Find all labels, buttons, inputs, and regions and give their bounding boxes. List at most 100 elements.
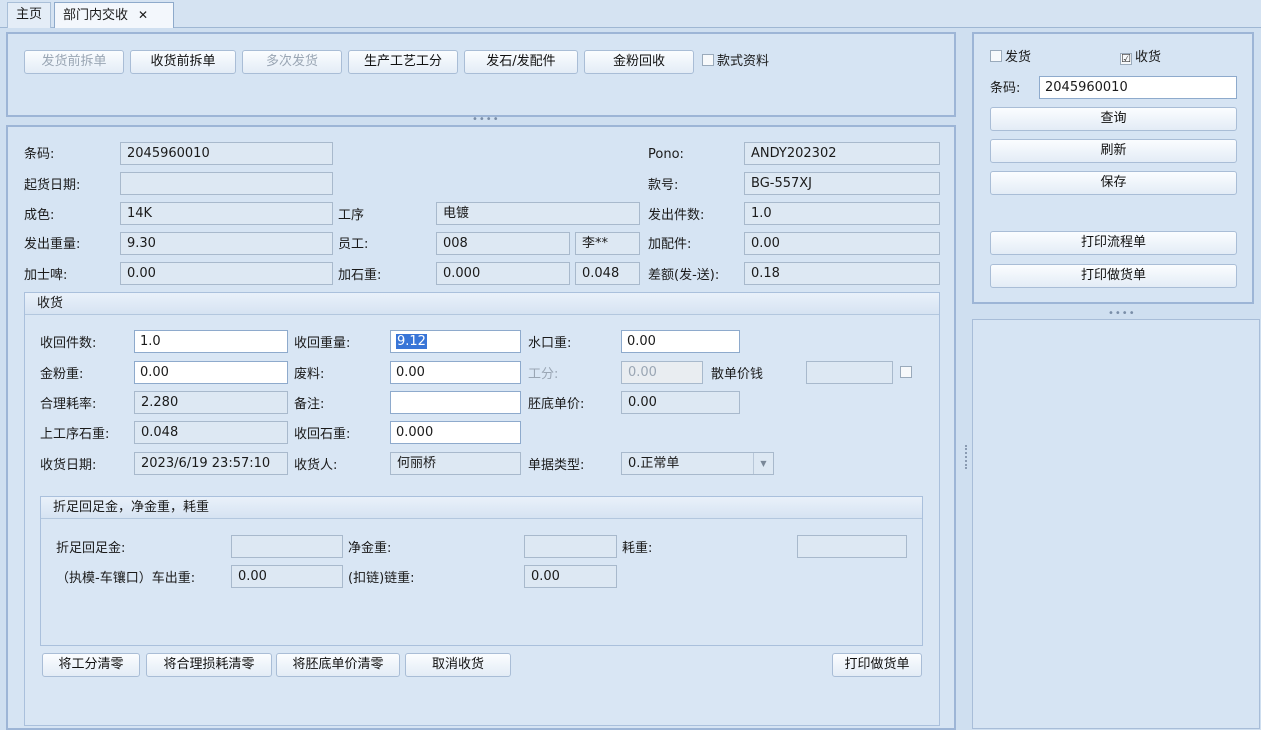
- side-barcode-input[interactable]: 2045960010: [1039, 76, 1237, 99]
- labor-field: 0.00: [621, 361, 703, 384]
- parts-label: 加配件:: [648, 237, 692, 252]
- recv-pcs-label: 收回件数:: [40, 336, 97, 351]
- out-pcs-field: 1.0: [744, 202, 940, 225]
- tab-dept-exchange-label: 部门内交收: [63, 8, 129, 23]
- piece-price-field: [806, 361, 893, 384]
- gold-powder-label: 金粉重:: [40, 367, 84, 382]
- recv-checkbox[interactable]: ☑ 收货: [1120, 49, 1161, 67]
- piece-price-checkbox[interactable]: [900, 366, 912, 378]
- employee-name-field: 李**: [575, 232, 640, 255]
- net-gold-field: [524, 535, 617, 558]
- piece-price-label: 散单价钱: [711, 367, 764, 382]
- stone-weight-label: 加石重:: [338, 268, 382, 283]
- out-weight-label: 发出重量:: [24, 237, 81, 252]
- before-recv-split-button[interactable]: 收货前拆单: [130, 50, 236, 74]
- recv-date-label: 收货日期:: [40, 458, 97, 473]
- chain-field: 0.00: [524, 565, 617, 588]
- print-doc-button[interactable]: 打印做货单: [832, 653, 922, 677]
- diff-field: 0.18: [744, 262, 940, 285]
- side-print-doc-button[interactable]: 打印做货单: [990, 264, 1237, 288]
- refresh-button[interactable]: 刷新: [990, 139, 1237, 163]
- blank-price-field: 0.00: [621, 391, 740, 414]
- close-icon[interactable]: ✕: [138, 8, 148, 22]
- fine-gold-label: 折足回足金:: [56, 541, 126, 556]
- water-label: 水口重:: [528, 336, 572, 351]
- recv-stone-input[interactable]: 0.000: [390, 421, 521, 444]
- recv-date-field: 2023/6/19 23:57:10: [134, 452, 288, 475]
- query-button[interactable]: 查询: [990, 107, 1237, 131]
- chevron-down-icon[interactable]: ▼: [753, 453, 773, 474]
- ship-check-box[interactable]: [990, 50, 1002, 62]
- multi-ship-button[interactable]: 多次发货: [242, 50, 342, 74]
- doc-type-label: 单据类型:: [528, 458, 585, 473]
- remark-input[interactable]: [390, 391, 521, 414]
- doc-type-select[interactable]: 0.正常单 ▼: [621, 452, 774, 475]
- chain-label: (扣链)链重:: [348, 571, 415, 586]
- process-field: 电镀: [436, 202, 640, 225]
- parts-field: 0.00: [744, 232, 940, 255]
- calc-group-title: 折足回足金，净金重，耗重: [41, 497, 922, 519]
- tab-dept-exchange[interactable]: 部门内交收 ✕: [54, 2, 174, 28]
- recv-label: 收货: [1135, 50, 1162, 65]
- save-button[interactable]: 保存: [990, 171, 1237, 195]
- out-pcs-label: 发出件数:: [648, 208, 705, 223]
- recv-pcs-input[interactable]: 1.0: [134, 330, 288, 353]
- purity-label: 成色:: [24, 208, 55, 223]
- loss-weight-label: 耗重:: [622, 541, 653, 556]
- scrap-label: 废料:: [294, 367, 325, 382]
- stone-parts-button[interactable]: 发石/发配件: [464, 50, 578, 74]
- recv-check-box[interactable]: ☑: [1120, 53, 1132, 65]
- style-no-label: 款号:: [648, 178, 679, 193]
- receiver-label: 收货人:: [294, 458, 338, 473]
- process-labor-button[interactable]: 生产工艺工分: [348, 50, 458, 74]
- recv-stone-label: 收回石重:: [294, 427, 351, 442]
- net-gold-label: 净金重:: [348, 541, 392, 556]
- tab-home[interactable]: 主页: [7, 2, 51, 28]
- side-bottom-panel: [972, 319, 1260, 729]
- scrap-input[interactable]: 0.00: [390, 361, 521, 384]
- receive-group-title: 收货: [25, 293, 939, 315]
- loss-rate-label: 合理耗率:: [40, 397, 97, 412]
- recv-weight-label: 收回重量:: [294, 336, 351, 351]
- splitter-grip-vertical[interactable]: [965, 445, 969, 469]
- gold-powder-button[interactable]: 金粉回收: [584, 50, 694, 74]
- water-input[interactable]: 0.00: [621, 330, 740, 353]
- mold-label: （执模-车镶口）车出重:: [56, 571, 196, 586]
- prev-stone-field: 0.048: [134, 421, 288, 444]
- splitter-grip-top[interactable]: ••••: [472, 114, 500, 125]
- recv-weight-value: 9.12: [396, 334, 427, 349]
- clear-loss-button[interactable]: 将合理损耗清零: [146, 653, 272, 677]
- ship-checkbox[interactable]: 发货: [990, 49, 1031, 67]
- employee-label: 员工:: [338, 237, 369, 252]
- start-date-field: [120, 172, 333, 195]
- loss-rate-field: 2.280: [134, 391, 288, 414]
- loss-weight-field: [797, 535, 907, 558]
- purity-field: 14K: [120, 202, 333, 225]
- process-label: 工序: [338, 208, 365, 223]
- gold-powder-input[interactable]: 0.00: [134, 361, 288, 384]
- print-flow-button[interactable]: 打印流程单: [990, 231, 1237, 255]
- recv-weight-input[interactable]: 9.12: [390, 330, 521, 353]
- cancel-receive-button[interactable]: 取消收货: [405, 653, 511, 677]
- karat-label: 加士啤:: [24, 268, 68, 283]
- style-info-checkbox[interactable]: 款式资料: [702, 53, 769, 71]
- barcode-field: 2045960010: [120, 142, 333, 165]
- mold-field: 0.00: [231, 565, 343, 588]
- karat-field: 0.00: [120, 262, 333, 285]
- doc-type-value: 0.正常单: [628, 456, 680, 471]
- style-info-check-box[interactable]: [702, 54, 714, 66]
- pono-label: Pono:: [648, 147, 684, 162]
- before-ship-split-button[interactable]: 发货前拆单: [24, 50, 124, 74]
- clear-blank-price-button[interactable]: 将胚底单价清零: [276, 653, 400, 677]
- splitter-grip-side[interactable]: ••••: [1108, 308, 1136, 319]
- labor-label: 工分:: [528, 367, 559, 382]
- tab-strip: 主页 部门内交收 ✕: [0, 0, 1261, 28]
- start-date-label: 起货日期:: [24, 178, 81, 193]
- clear-labor-button[interactable]: 将工分清零: [42, 653, 140, 677]
- fine-gold-field: [231, 535, 343, 558]
- style-no-field: BG-557XJ: [744, 172, 940, 195]
- blank-price-label: 胚底单价:: [528, 397, 585, 412]
- stone-weight2-field: 0.048: [575, 262, 640, 285]
- stone-weight-field: 0.000: [436, 262, 570, 285]
- out-weight-field: 9.30: [120, 232, 333, 255]
